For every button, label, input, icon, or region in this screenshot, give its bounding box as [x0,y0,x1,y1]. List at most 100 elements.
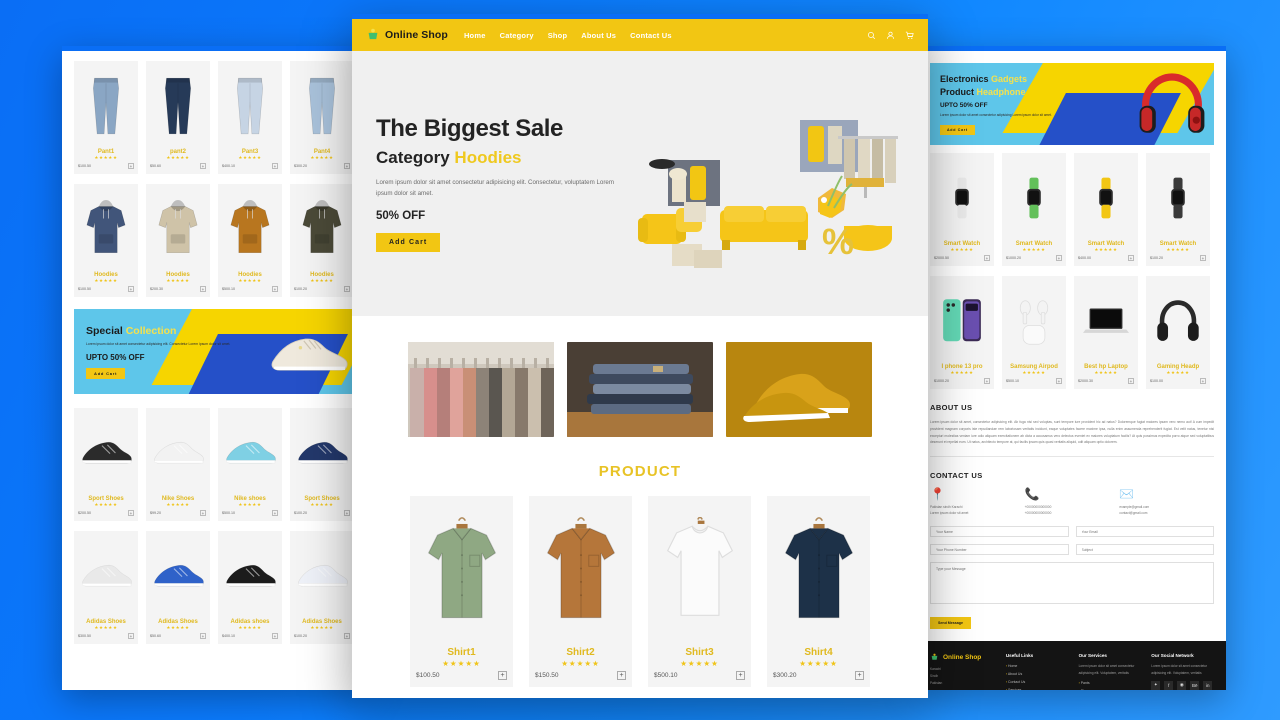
add-to-cart-button[interactable]: + [272,633,278,639]
product-card[interactable]: Adidas Shoes ★★★★★ $300.50 + [74,531,138,644]
email-field[interactable] [1075,526,1214,538]
gallery-image-clothes-rack[interactable] [408,342,554,437]
add-to-cart-button[interactable]: + [128,286,134,292]
footer-service-phone[interactable]: Phone [1079,688,1142,690]
product-card[interactable]: Adidas shoes ★★★★★ $400.10 + [218,531,282,644]
facebook-icon[interactable]: f [1164,680,1174,690]
electronics-banner[interactable]: Electronics Gadgets Product Headphone UP… [930,63,1214,145]
add-to-cart-button[interactable]: + [200,286,206,292]
product-card[interactable]: Sport Shoes ★★★★★ $100.20 + [290,408,354,521]
product-card[interactable]: Samsung Airpod ★★★★★ $500.10 + [1002,276,1066,389]
product-card[interactable]: pant2 ★★★★★ $50.60 + [146,61,210,174]
add-to-cart-button[interactable]: + [617,671,626,680]
product-card[interactable]: Sport Shoes ★★★★★ $200.50 + [74,408,138,521]
add-to-cart-button[interactable]: + [344,163,350,169]
hero-add-cart-button[interactable]: Add Cart [376,233,441,253]
cart-icon[interactable] [905,31,914,40]
gallery-image-jeans[interactable] [567,342,713,437]
add-to-cart-button[interactable]: + [984,255,990,261]
product-card[interactable]: Smart Watch ★★★★★ $400.00 + [1074,153,1138,266]
add-to-cart-button[interactable]: + [272,163,278,169]
product-image [294,535,350,617]
add-to-cart-button[interactable]: + [344,286,350,292]
user-icon[interactable] [886,31,895,40]
phone-field[interactable] [930,544,1069,556]
footer-service-pants[interactable]: Pants [1079,680,1142,688]
footer-link-about-us[interactable]: About Us [1006,671,1069,679]
banner-add-cart-button[interactable]: Add Cart [86,368,126,380]
add-to-cart-button[interactable]: + [855,671,864,680]
nav-link-category[interactable]: Category [500,31,534,40]
product-card[interactable]: Pant3 ★★★★★ $400.10 + [218,61,282,174]
product-card[interactable]: Hoodies ★★★★★ $100.50 + [74,184,138,297]
add-to-cart-button[interactable]: + [1200,378,1206,384]
about-section: ABOUT US Lorem ipsum dolor sit amet, con… [918,403,1226,630]
add-to-cart-button[interactable]: + [272,286,278,292]
add-to-cart-button[interactable]: + [128,633,134,639]
product-card[interactable]: Gaming Headp ★★★★★ $100.00 + [1146,276,1210,389]
add-to-cart-button[interactable]: + [128,510,134,516]
add-to-cart-button[interactable]: + [1128,378,1134,384]
rating-stars: ★★★★★ [950,370,974,375]
brand-logo[interactable]: Online Shop [366,28,448,42]
nav-link-home[interactable]: Home [464,31,486,40]
footer-brand[interactable]: Online Shop [930,653,996,662]
nav-link-shop[interactable]: Shop [548,31,568,40]
subject-field[interactable] [1075,544,1214,556]
instagram-icon[interactable]: ◉ [1177,680,1187,690]
footer-useful-links-column: Useful Links HomeAbout UsContact UsServi… [1006,653,1069,690]
add-to-cart-button[interactable]: + [200,163,206,169]
rbanner-add-cart-button[interactable]: Add Cart [940,125,975,136]
behance-icon[interactable]: Bē [1190,680,1200,690]
product-card[interactable]: Smart Watch ★★★★★ $1000.20 + [1002,153,1066,266]
product-card[interactable]: Pant4 ★★★★★ $300.20 + [290,61,354,174]
add-to-cart-button[interactable]: + [1056,378,1062,384]
product-card[interactable]: Adidas Shoes ★★★★★ $50.60 + [146,531,210,644]
add-to-cart-button[interactable]: + [200,633,206,639]
add-to-cart-button[interactable]: + [984,378,990,384]
footer-link-home[interactable]: Home [1006,663,1069,671]
product-card[interactable]: Shirt2 ★★★★★ $150.50 + [529,496,632,687]
twitter-icon[interactable]: ✦ [1151,680,1161,690]
add-to-cart-button[interactable]: + [498,671,507,680]
product-card[interactable]: Smart Watch ★★★★★ $2000.50 + [930,153,994,266]
add-to-cart-button[interactable]: + [344,510,350,516]
product-card[interactable]: Smart Watch ★★★★★ $100.20 + [1146,153,1210,266]
gallery-image-sneakers[interactable] [726,342,872,437]
search-icon[interactable] [867,31,876,40]
add-to-cart-button[interactable]: + [200,510,206,516]
product-card[interactable]: Hoodies ★★★★★ $200.30 + [146,184,210,297]
product-card[interactable]: Shirt1 ★★★★★ $100.50 + [410,496,513,687]
nav-link-about-us[interactable]: About Us [581,31,616,40]
special-collection-banner[interactable]: Special Collection Lorem ipsum dolor sit… [74,309,356,394]
add-to-cart-button[interactable]: + [1128,255,1134,261]
product-card[interactable]: Best hp Laptop ★★★★★ $2000.30 + [1074,276,1138,389]
product-card[interactable]: Nike Shoes ★★★★★ $99.20 + [146,408,210,521]
linkedin-icon[interactable]: in [1203,680,1213,690]
product-card[interactable]: Hoodies ★★★★★ $500.10 + [218,184,282,297]
message-field[interactable] [930,562,1214,605]
product-card[interactable]: Nike shoes ★★★★★ $500.10 + [218,408,282,521]
add-to-cart-button[interactable]: + [128,163,134,169]
add-to-cart-button[interactable]: + [272,510,278,516]
product-card[interactable]: Hoodies ★★★★★ $100.20 + [290,184,354,297]
add-to-cart-button[interactable]: + [736,671,745,680]
product-price: $2000.50 [934,256,949,260]
product-price: $500.10 [222,511,235,515]
add-to-cart-button[interactable]: + [1200,255,1206,261]
name-field[interactable] [930,526,1069,538]
add-to-cart-button[interactable]: + [344,633,350,639]
nav-link-contact-us[interactable]: Contact Us [630,31,672,40]
rbanner-line1-plain: Electronics [940,74,989,84]
product-card[interactable]: I phone 13 pro ★★★★★ $1000.20 + [930,276,994,389]
product-card[interactable]: Adidas Shoes ★★★★★ $100.20 + [290,531,354,644]
product-card[interactable]: Pant1 ★★★★★ $100.50 + [74,61,138,174]
product-card[interactable]: Shirt3 ★★★★★ $500.10 + [648,496,751,687]
product-card[interactable]: Shirt4 ★★★★★ $300.20 + [767,496,870,687]
footer-link-contact-us[interactable]: Contact Us [1006,679,1069,687]
rating-stars: ★★★★★ [561,659,600,668]
footer-link-services[interactable]: Services [1006,687,1069,690]
product-footer: $400.10 + [222,633,278,639]
add-to-cart-button[interactable]: + [1056,255,1062,261]
send-message-button[interactable]: Send Message [930,617,971,630]
